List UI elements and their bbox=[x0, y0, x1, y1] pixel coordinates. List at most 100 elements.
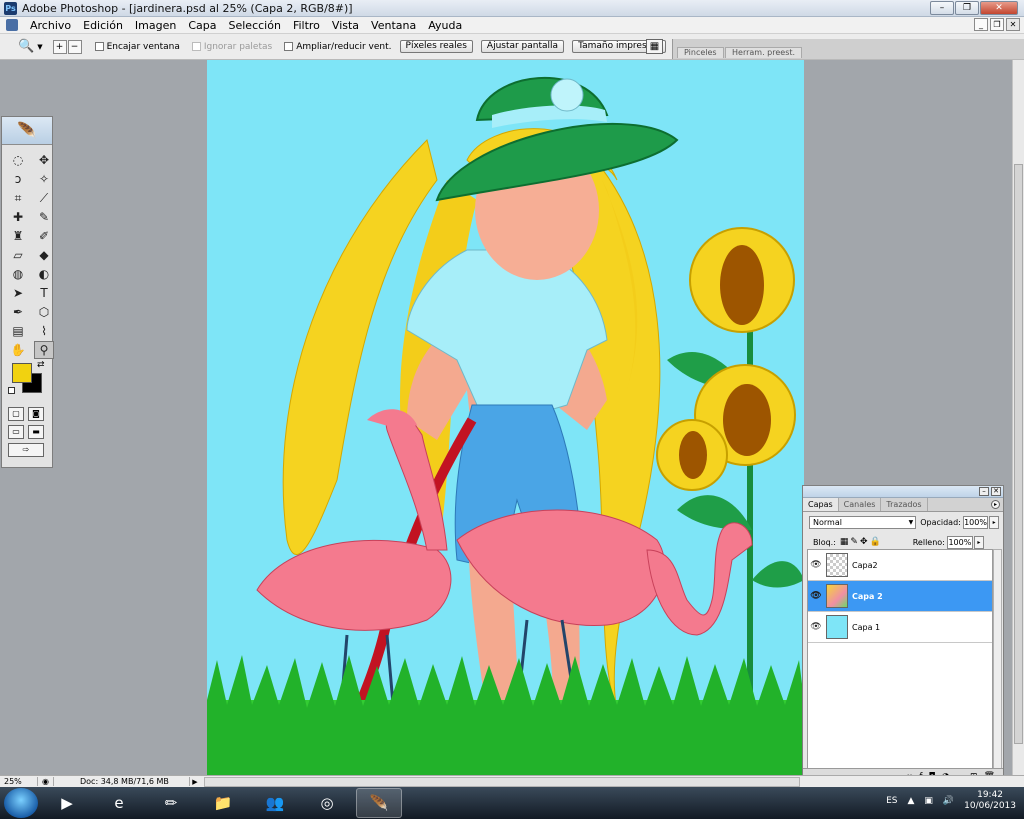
minimize-button[interactable]: – bbox=[930, 1, 954, 15]
document-canvas[interactable] bbox=[207, 60, 804, 775]
marquee-icon[interactable]: ◌ bbox=[8, 151, 28, 169]
layers-panel-titlebar[interactable]: – ✕ bbox=[803, 486, 1003, 498]
zoom-tool-icon[interactable]: 🔍 bbox=[18, 39, 34, 54]
volume-icon[interactable]: 🔊 bbox=[943, 796, 954, 806]
menu-seleccion[interactable]: Selección bbox=[223, 19, 287, 32]
vertical-scrollbar[interactable] bbox=[1012, 60, 1024, 775]
fit-screen-button[interactable]: Ajustar pantalla bbox=[480, 40, 565, 53]
standard-screen-icon[interactable]: ▭ bbox=[8, 425, 24, 439]
visibility-eye-icon[interactable]: 👁 bbox=[808, 622, 824, 632]
magic-wand-icon[interactable]: ✧ bbox=[34, 170, 54, 188]
tab-layers[interactable]: Capas bbox=[803, 498, 839, 511]
opacity-slider-toggle[interactable]: ▸ bbox=[989, 515, 999, 529]
network-icon[interactable]: ▣ bbox=[924, 796, 933, 806]
file-explorer-icon[interactable]: 📁 bbox=[200, 788, 246, 818]
pen-icon[interactable]: ✒ bbox=[8, 303, 28, 321]
history-brush-icon[interactable]: ✐ bbox=[34, 227, 54, 245]
eraser-icon[interactable]: ▱ bbox=[8, 246, 28, 264]
toolbox-header[interactable]: 🪶 bbox=[2, 117, 52, 145]
internet-explorer-icon[interactable]: e bbox=[96, 788, 142, 818]
start-button[interactable] bbox=[4, 788, 38, 818]
menu-filtro[interactable]: Filtro bbox=[287, 19, 326, 32]
hand-icon[interactable]: ✋ bbox=[8, 341, 28, 359]
language-indicator[interactable]: ES bbox=[886, 796, 897, 806]
maximize-button[interactable]: ❐ bbox=[955, 1, 979, 15]
layer-row[interactable]: 👁 Capa 1 bbox=[808, 612, 992, 643]
tab-paths[interactable]: Trazados bbox=[881, 498, 928, 511]
messenger-icon[interactable]: 👥 bbox=[252, 788, 298, 818]
menu-vista[interactable]: Vista bbox=[326, 19, 365, 32]
panel-minimize-button[interactable]: – bbox=[979, 487, 989, 496]
layer-row-selected[interactable]: 👁 Capa 2 bbox=[808, 581, 992, 612]
type-icon[interactable]: T bbox=[34, 284, 54, 302]
layers-list-scrollbar[interactable] bbox=[993, 549, 1002, 769]
fill-input[interactable]: 100% bbox=[946, 535, 973, 549]
menu-ayuda[interactable]: Ayuda bbox=[422, 19, 468, 32]
swap-colors-icon[interactable]: ⇄ bbox=[37, 360, 45, 370]
clock[interactable]: 19:42 10/06/2013 bbox=[964, 790, 1016, 812]
doc-minimize-button[interactable]: _ bbox=[974, 18, 988, 31]
doc-restore-button[interactable]: ❐ bbox=[990, 18, 1004, 31]
jump-to-imageready-icon[interactable]: ⇨ bbox=[8, 443, 44, 457]
close-button[interactable]: ✕ bbox=[980, 1, 1018, 15]
navigator-icon[interactable]: ◉ bbox=[38, 777, 54, 786]
default-colors-icon[interactable] bbox=[8, 387, 15, 394]
quick-mask-icon[interactable]: ◙ bbox=[28, 407, 44, 421]
file-browser-icon[interactable]: ▦ bbox=[646, 39, 663, 54]
clone-stamp-icon[interactable]: ♜ bbox=[8, 227, 28, 245]
blend-mode-select[interactable]: Normal bbox=[809, 515, 917, 529]
eyedropper-icon[interactable]: ⌇ bbox=[34, 322, 54, 340]
panel-menu-icon[interactable]: ▸ bbox=[991, 500, 1000, 509]
paint-app-icon[interactable]: ✏ bbox=[148, 788, 194, 818]
zoom-icon[interactable]: ⚲ bbox=[34, 341, 54, 359]
path-select-icon[interactable]: ➤ bbox=[8, 284, 28, 302]
menu-edicion[interactable]: Edición bbox=[77, 19, 129, 32]
full-screen-menu-icon[interactable]: ▬ bbox=[28, 425, 44, 439]
vertical-scroll-thumb[interactable] bbox=[1014, 164, 1023, 744]
chrome-icon[interactable]: ◎ bbox=[304, 788, 350, 818]
tool-preset-dropdown[interactable]: ▼ bbox=[37, 43, 42, 51]
actual-pixels-button[interactable]: Píxeles reales bbox=[399, 40, 473, 53]
zoom-in-button[interactable]: + bbox=[52, 39, 67, 54]
menu-imagen[interactable]: Imagen bbox=[129, 19, 182, 32]
panel-close-button[interactable]: ✕ bbox=[991, 487, 1001, 496]
well-tab-brushes[interactable]: Pinceles bbox=[677, 47, 724, 58]
doc-close-button[interactable]: ✕ bbox=[1006, 18, 1020, 31]
resize-window-checkbox[interactable]: Ampliar/reducir vent. bbox=[284, 42, 392, 52]
document-icon[interactable] bbox=[6, 19, 18, 31]
photoshop-taskbar-icon[interactable]: 🪶 bbox=[356, 788, 402, 818]
move-icon[interactable]: ✥ bbox=[34, 151, 54, 169]
dodge-icon[interactable]: ◐ bbox=[34, 265, 54, 283]
paint-bucket-icon[interactable]: ◆ bbox=[34, 246, 54, 264]
foreground-color-swatch[interactable] bbox=[12, 363, 32, 383]
layer-row[interactable]: 👁 Capa2 bbox=[808, 550, 992, 581]
visibility-eye-icon[interactable]: 👁 bbox=[808, 560, 824, 570]
ignore-palettes-checkbox[interactable]: Ignorar paletas bbox=[191, 42, 272, 52]
blur-icon[interactable]: ◍ bbox=[8, 265, 28, 283]
fit-window-checkbox[interactable]: Encajar ventana bbox=[94, 42, 180, 52]
shape-icon[interactable]: ⬡ bbox=[34, 303, 54, 321]
zoom-out-button[interactable]: − bbox=[67, 39, 82, 54]
status-menu-arrow-icon[interactable]: ▶ bbox=[190, 778, 200, 786]
lock-icons[interactable]: ▦✎✥🔒 bbox=[840, 537, 883, 547]
opacity-input[interactable]: 100% bbox=[962, 515, 989, 529]
tab-channels[interactable]: Canales bbox=[839, 498, 882, 511]
media-player-icon[interactable]: ▶ bbox=[44, 788, 90, 818]
menu-capa[interactable]: Capa bbox=[182, 19, 222, 32]
fill-slider-toggle[interactable]: ▸ bbox=[973, 535, 984, 549]
menu-archivo[interactable]: Archivo bbox=[24, 19, 77, 32]
notes-icon[interactable]: ▤ bbox=[8, 322, 28, 340]
crop-icon[interactable]: ⌗ bbox=[8, 189, 28, 207]
visibility-eye-icon[interactable]: 👁 bbox=[808, 591, 824, 601]
healing-icon[interactable]: ✚ bbox=[8, 208, 28, 226]
layer-thumbnail bbox=[826, 615, 848, 639]
slice-icon[interactable]: ⟋ bbox=[34, 189, 54, 207]
well-tab-tool-presets[interactable]: Herram. preest. bbox=[725, 47, 803, 58]
menu-ventana[interactable]: Ventana bbox=[365, 19, 422, 32]
brush-icon[interactable]: ✎ bbox=[34, 208, 54, 226]
tray-expand-icon[interactable]: ▲ bbox=[907, 796, 914, 806]
lasso-icon[interactable]: ↄ bbox=[8, 170, 28, 188]
standard-mode-icon[interactable]: ▢ bbox=[8, 407, 24, 421]
zoom-level[interactable]: 25% bbox=[0, 777, 38, 786]
horizontal-scrollbar[interactable] bbox=[204, 777, 800, 787]
